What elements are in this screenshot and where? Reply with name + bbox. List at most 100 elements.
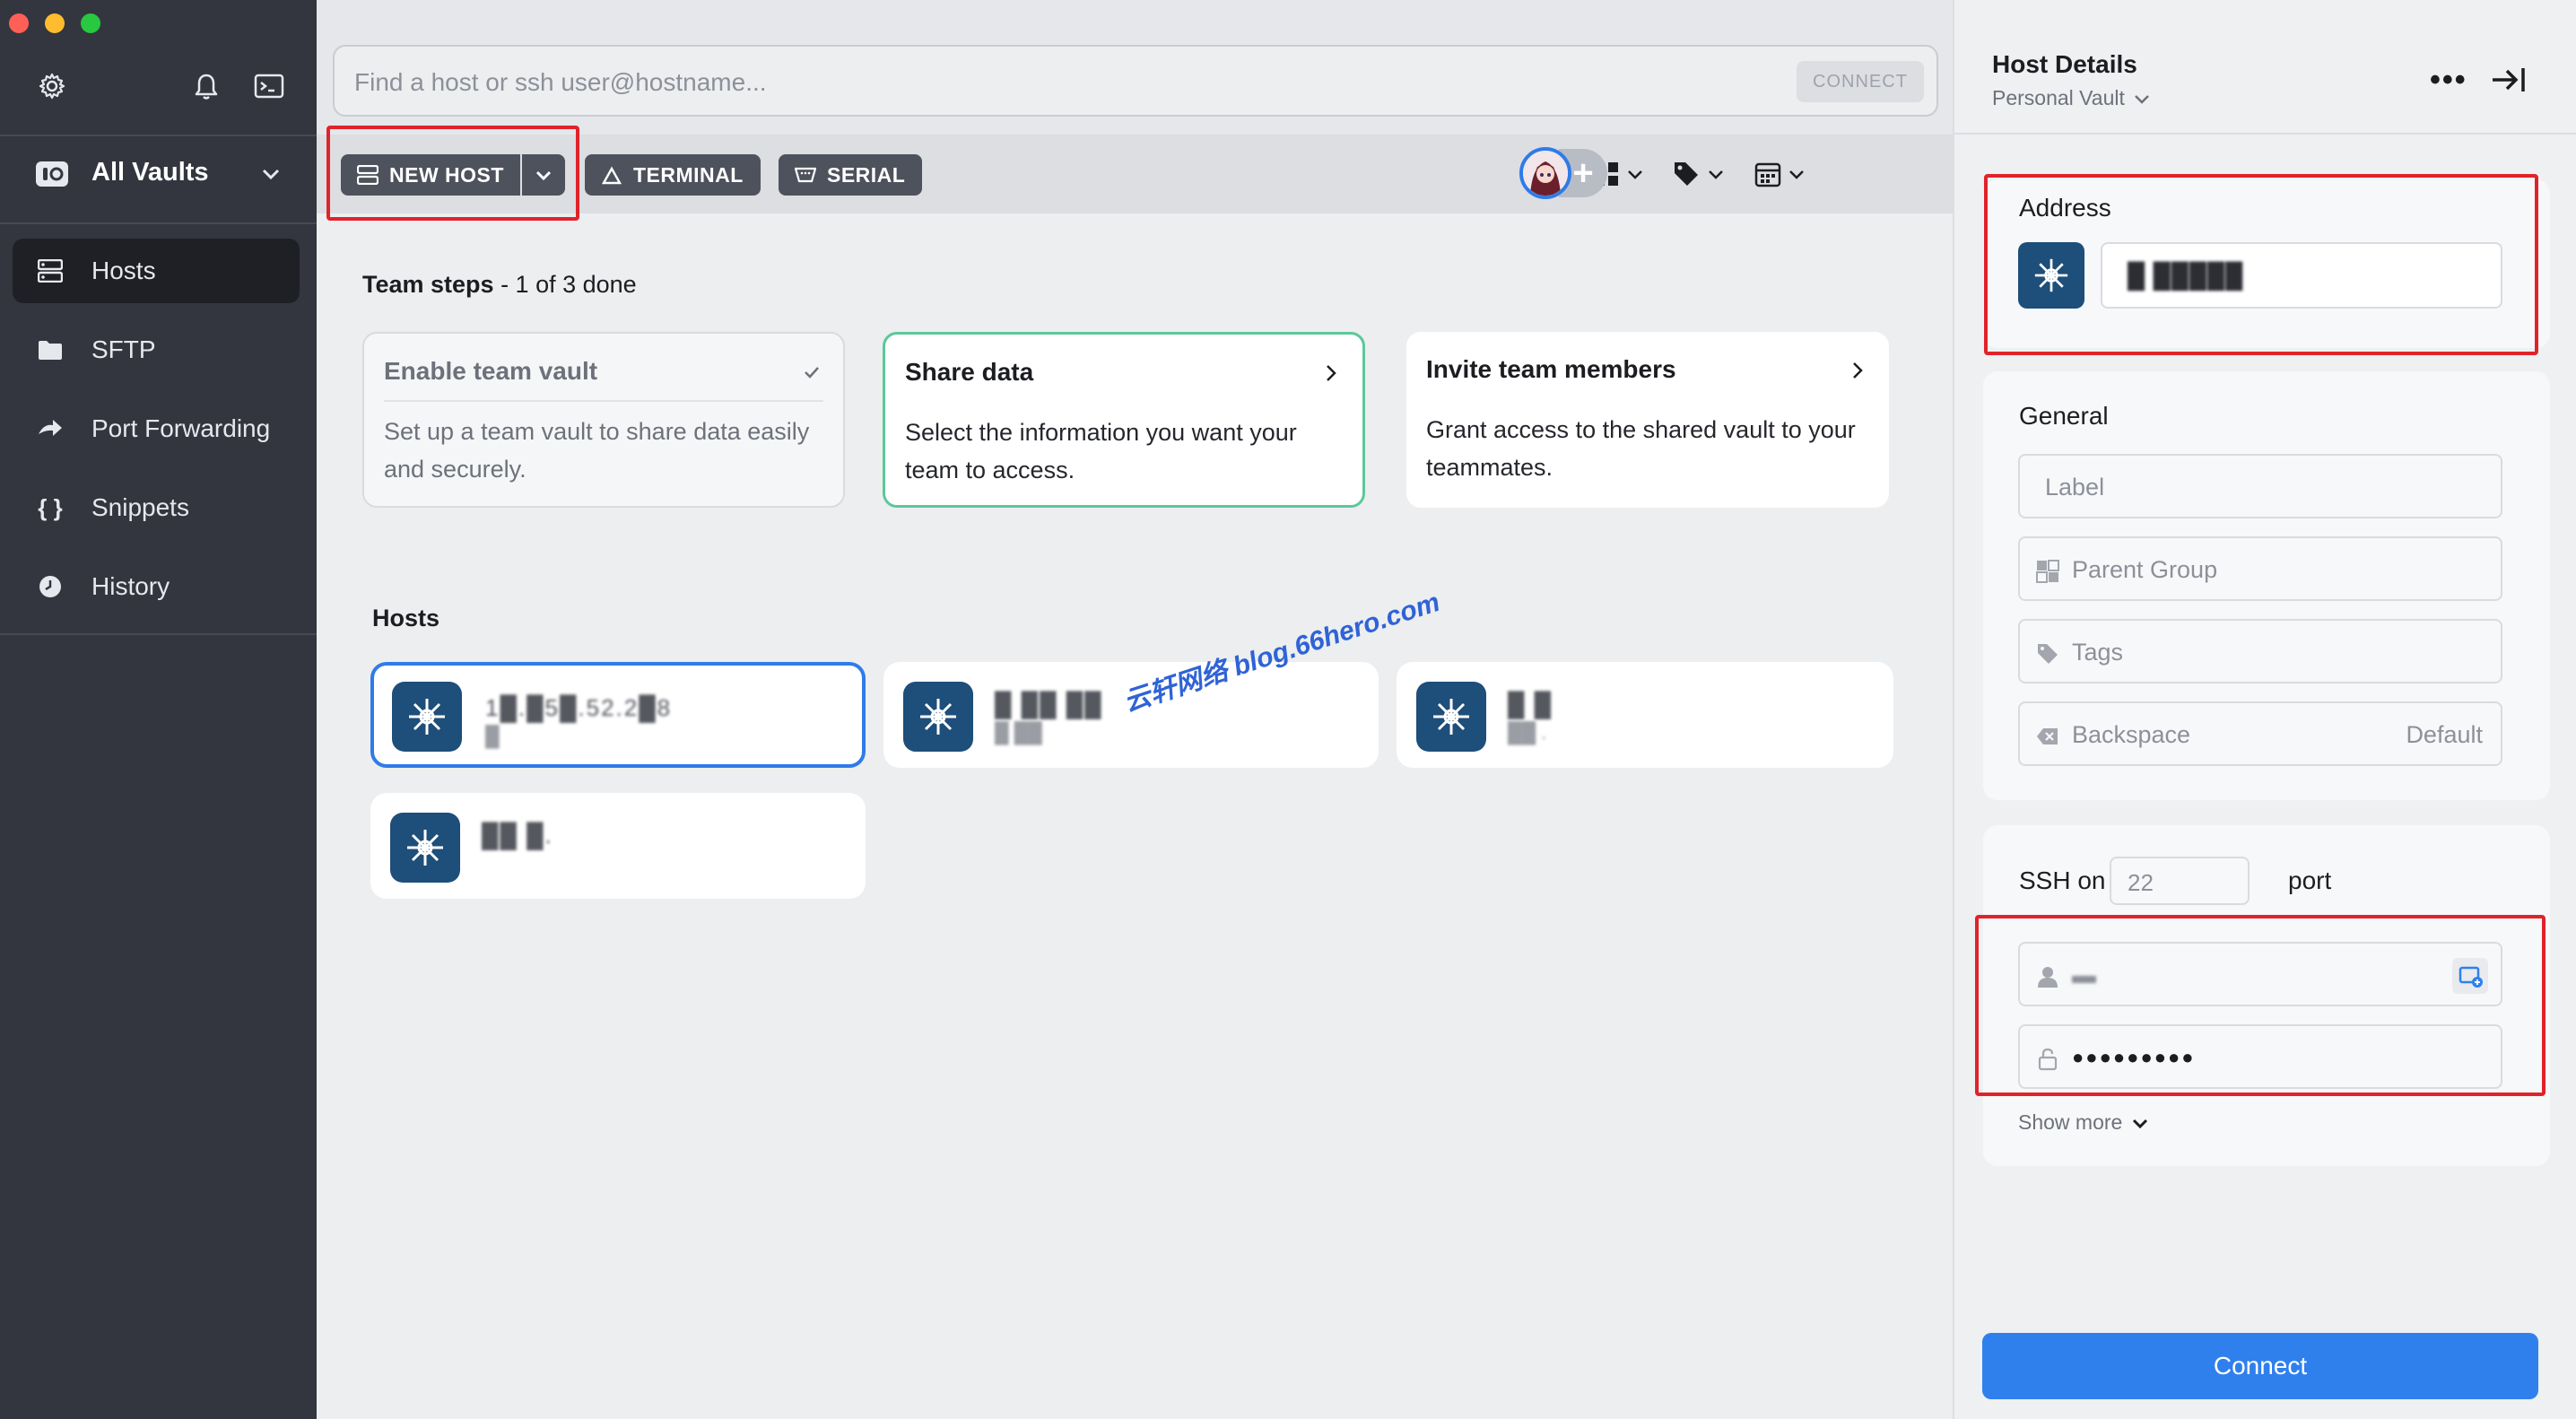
host-card[interactable]: ██ █. bbox=[370, 793, 866, 899]
window-minimize-button[interactable] bbox=[45, 13, 65, 33]
chevron-down-icon[interactable] bbox=[258, 161, 283, 187]
team-steps-heading: Team steps - 1 of 3 done bbox=[362, 271, 637, 299]
tags-field[interactable]: Tags bbox=[2018, 619, 2502, 683]
backspace-label: Backspace bbox=[2072, 721, 2191, 748]
more-options-button[interactable]: ••• bbox=[2430, 63, 2467, 98]
terminal-button[interactable]: TERMINAL bbox=[585, 154, 761, 196]
collapse-panel-icon[interactable] bbox=[2491, 65, 2527, 95]
checkmark-icon bbox=[805, 367, 819, 379]
team-step-card-share-data[interactable]: Share data Select the information you wa… bbox=[883, 332, 1365, 508]
chevron-down-icon bbox=[1628, 170, 1642, 179]
label-field[interactable]: Label bbox=[2018, 454, 2502, 518]
sidebar-item-hosts[interactable]: Hosts bbox=[13, 239, 300, 303]
tag-icon bbox=[2038, 644, 2058, 664]
divider bbox=[0, 135, 317, 136]
hosts-heading: Hosts bbox=[372, 605, 440, 631]
sidebar-item-snippets[interactable]: { } Snippets bbox=[13, 475, 300, 540]
tags-placeholder: Tags bbox=[2072, 639, 2124, 666]
history-icon bbox=[36, 572, 65, 601]
sidebar-item-sftp[interactable]: SFTP bbox=[13, 318, 300, 382]
sidebar: All Vaults Hosts SFTP Port Forwarding { … bbox=[0, 0, 317, 1419]
snippets-icon: { } bbox=[38, 493, 63, 521]
host-subtitle: ██ . bbox=[1508, 721, 1547, 744]
parent-group-placeholder: Parent Group bbox=[2072, 556, 2218, 583]
divider bbox=[0, 222, 317, 224]
terminal-icon bbox=[599, 162, 624, 187]
panel-title: Host Details bbox=[1992, 50, 2137, 78]
group-icon bbox=[2036, 560, 2059, 583]
team-step-desc: Set up a team vault to share data easily… bbox=[384, 418, 810, 483]
panel-subtitle: Personal Vault bbox=[1992, 86, 2125, 109]
host-os-icon bbox=[392, 682, 462, 752]
backspace-field[interactable]: Backspace Default bbox=[2018, 701, 2502, 766]
team-steps-title: Team steps bbox=[362, 271, 494, 298]
sidebar-item-label: Snippets bbox=[91, 493, 189, 521]
ssh-on-label: SSH on bbox=[2019, 866, 2106, 894]
port-forwarding-icon bbox=[36, 414, 65, 443]
backspace-value: Default bbox=[2406, 721, 2483, 748]
host-os-icon bbox=[390, 813, 460, 883]
tag-icon bbox=[1675, 162, 1698, 186]
divider bbox=[0, 633, 317, 635]
highlight-box bbox=[1975, 915, 2546, 1096]
host-details-header: Host Details Personal Vault ••• bbox=[1954, 0, 2576, 135]
terminal-window-icon[interactable] bbox=[251, 68, 287, 104]
host-name: 1█.█5█.52.2█8 bbox=[485, 694, 673, 721]
port-label: port bbox=[2288, 866, 2332, 894]
team-step-title: Invite team members bbox=[1426, 355, 1676, 383]
chevron-down-icon bbox=[1709, 170, 1723, 179]
window-close-button[interactable] bbox=[9, 13, 29, 33]
sidebar-item-label: SFTP bbox=[91, 335, 156, 363]
team-step-title: Enable team vault bbox=[384, 357, 598, 385]
general-label: General bbox=[2019, 402, 2109, 430]
connect-button[interactable]: Connect bbox=[1982, 1333, 2538, 1399]
parent-group-field[interactable]: Parent Group bbox=[2018, 536, 2502, 601]
terminal-label: TERMINAL bbox=[633, 162, 744, 187]
tags-filter-toggle[interactable] bbox=[1672, 158, 1726, 190]
settings-gear-icon[interactable] bbox=[34, 68, 70, 104]
host-name: ██ █. bbox=[482, 822, 553, 849]
chevron-down-icon bbox=[1789, 170, 1804, 179]
window-zoom-button[interactable] bbox=[81, 13, 100, 33]
host-subtitle: █ ██ bbox=[995, 721, 1042, 744]
sidebar-item-label: Hosts bbox=[91, 257, 156, 284]
search-bar-area: Find a host or ssh user@hostname... CONN… bbox=[317, 0, 1953, 135]
chevron-down-icon bbox=[2133, 1119, 2148, 1128]
highlight-box bbox=[326, 126, 579, 221]
team-step-desc: Select the information you want your tea… bbox=[905, 419, 1297, 483]
team-step-card-invite-members[interactable]: Invite team members Grant access to the … bbox=[1406, 332, 1889, 508]
host-card[interactable]: 1█.█5█.52.2█8 █ bbox=[370, 662, 866, 768]
hosts-icon bbox=[36, 257, 65, 285]
serial-button[interactable]: SERIAL bbox=[779, 154, 922, 196]
host-name: █ █ bbox=[1508, 691, 1553, 718]
sidebar-item-port-forwarding[interactable]: Port Forwarding bbox=[13, 396, 300, 461]
sidebar-item-label: Port Forwarding bbox=[91, 414, 271, 442]
chevron-right-icon bbox=[1327, 365, 1336, 381]
team-step-card-enable-vault[interactable]: Enable team vault Set up a team vault to… bbox=[362, 332, 845, 508]
show-more-toggle[interactable]: Show more bbox=[2018, 1110, 2151, 1135]
highlight-box bbox=[1984, 174, 2538, 355]
show-more-label: Show more bbox=[2018, 1110, 2123, 1134]
host-os-icon bbox=[903, 682, 973, 752]
quick-connect-button[interactable]: CONNECT bbox=[1797, 61, 1924, 102]
search-input[interactable]: Find a host or ssh user@hostname... CONN… bbox=[333, 45, 1938, 117]
host-os-icon bbox=[1416, 682, 1486, 752]
host-subtitle: █ bbox=[485, 725, 500, 747]
port-input[interactable]: 22 bbox=[2110, 857, 2250, 905]
calendar-icon bbox=[1754, 162, 1781, 187]
divider bbox=[384, 400, 823, 402]
sort-toggle[interactable] bbox=[1754, 158, 1806, 190]
team-step-desc: Grant access to the shared vault to your… bbox=[1426, 416, 1856, 481]
sidebar-item-history[interactable]: History bbox=[13, 554, 300, 619]
host-card[interactable]: █ █ ██ . bbox=[1397, 662, 1893, 768]
team-steps-progress: - 1 of 3 done bbox=[493, 271, 637, 298]
bell-icon[interactable] bbox=[188, 68, 224, 104]
team-step-title: Share data bbox=[905, 358, 1034, 386]
serial-label: SERIAL bbox=[827, 162, 906, 187]
vault-dropdown[interactable]: Personal Vault bbox=[1992, 86, 2152, 110]
serial-port-icon bbox=[793, 162, 818, 187]
backspace-icon bbox=[2037, 728, 2058, 744]
avatar[interactable] bbox=[1519, 147, 1571, 199]
chevron-right-icon bbox=[1853, 362, 1863, 379]
chevron-down-icon bbox=[2135, 94, 2149, 104]
